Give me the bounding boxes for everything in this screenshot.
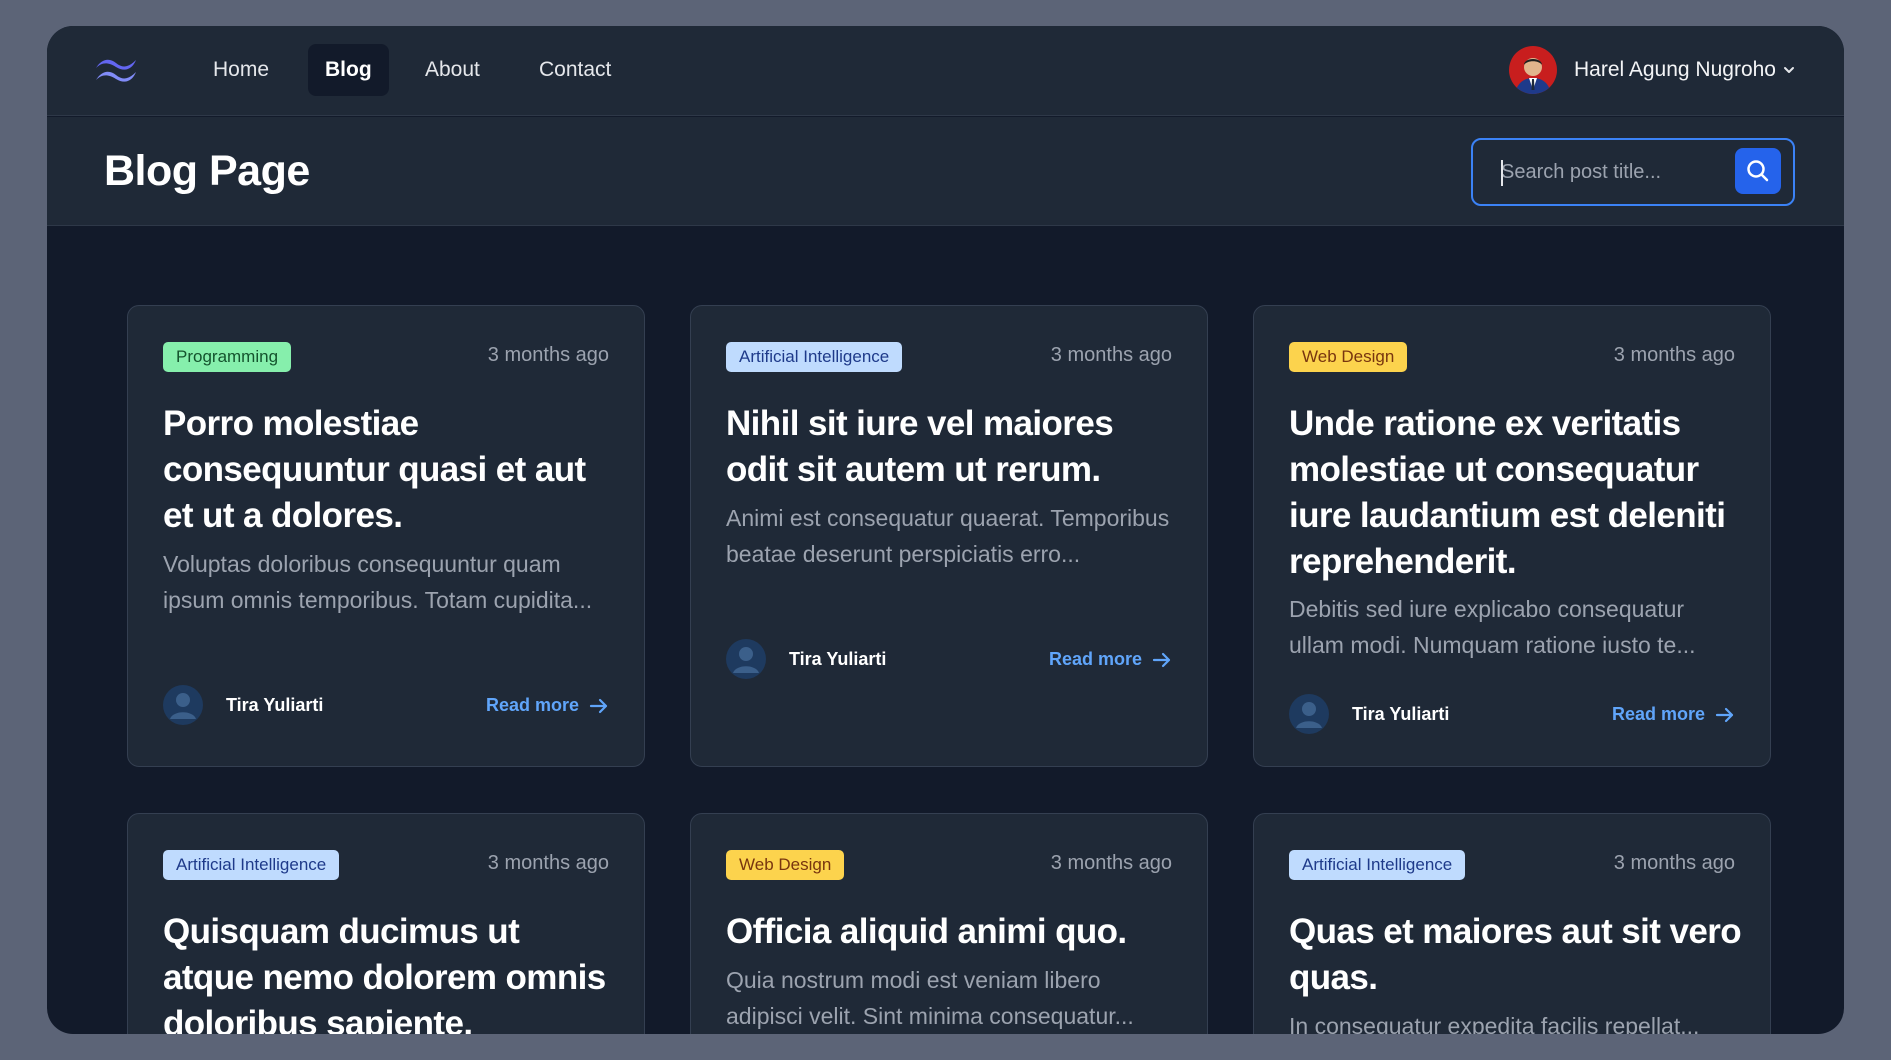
post-card: Programming 3 months ago Porro molestiae… <box>127 305 645 767</box>
user-icon <box>163 685 203 725</box>
arrow-right-icon <box>589 698 608 713</box>
user-icon <box>1289 694 1329 734</box>
search-box <box>1471 138 1795 206</box>
user-menu[interactable]: Harel Agung Nugroho <box>1509 44 1796 96</box>
post-date: 3 months ago <box>1613 344 1735 366</box>
search-input[interactable] <box>1501 154 1721 190</box>
author-name: Tira Yuliarti <box>226 694 324 715</box>
category-badge[interactable]: Web Design <box>726 850 845 880</box>
category-badge[interactable]: Artificial Intelligence <box>726 342 903 372</box>
user-avatar <box>1509 46 1558 94</box>
category-badge[interactable]: Programming <box>163 342 292 372</box>
post-excerpt: Debitis sed iure explicabo consequatur u… <box>1289 596 1696 658</box>
app-window: Home Blog About Contact Harel Agung Nugr… <box>47 26 1844 1034</box>
author-name: Tira Yuliarti <box>789 648 887 669</box>
post-date: 3 months ago <box>1613 852 1735 874</box>
post-title[interactable]: Nihil sit iure vel maiores odit sit aute… <box>726 401 1181 493</box>
nav-about[interactable]: About <box>408 44 497 96</box>
post-card: Artificial Intelligence 3 months ago Qui… <box>127 813 645 1034</box>
read-more-label: Read more <box>1048 649 1142 669</box>
post-date: 3 months ago <box>487 344 609 366</box>
user-name: Harel Agung Nugroho <box>1574 58 1776 81</box>
search-button[interactable] <box>1735 148 1781 194</box>
text-caret <box>1501 160 1503 186</box>
post-title[interactable]: Officia aliquid animi quo. <box>726 909 1181 955</box>
post-card: Web Design 3 months ago Unde ratione ex … <box>1253 305 1771 767</box>
post-date: 3 months ago <box>487 852 609 874</box>
read-more-link[interactable]: Read more <box>486 695 609 716</box>
category-badge[interactable]: Web Design <box>1289 342 1408 372</box>
category-badge[interactable]: Artificial Intelligence <box>1289 850 1466 880</box>
post-card: Artificial Intelligence 3 months ago Qua… <box>1253 813 1771 1034</box>
post-excerpt: Voluptas doloribus consequuntur quam ips… <box>163 551 593 613</box>
post-date: 3 months ago <box>1050 852 1172 874</box>
post-excerpt: Quia nostrum modi est veniam libero adip… <box>726 967 1134 1029</box>
chevron-down-icon <box>1784 67 1794 73</box>
nav-blog[interactable]: Blog <box>308 44 389 96</box>
post-author: Tira Yuliarti <box>1289 694 1449 734</box>
navbar: Home Blog About Contact Harel Agung Nugr… <box>47 26 1844 116</box>
read-more-link[interactable]: Read more <box>1612 704 1735 725</box>
post-author: Tira Yuliarti <box>726 639 886 679</box>
category-badge[interactable]: Artificial Intelligence <box>163 850 340 880</box>
arrow-right-icon <box>1152 652 1171 667</box>
post-title[interactable]: Quisquam ducimus ut atque nemo dolorem o… <box>163 909 618 1034</box>
page-header: Blog Page <box>47 117 1844 226</box>
post-title[interactable]: Quas et maiores aut sit vero quas. <box>1289 909 1744 1001</box>
post-date: 3 months ago <box>1050 344 1172 366</box>
post-excerpt: Animi est consequatur quaerat. Temporibu… <box>726 505 1170 567</box>
post-excerpt: In consequatur expedita facilis repellat… <box>1289 1013 1700 1034</box>
read-more-label: Read more <box>485 695 579 715</box>
logo-icon[interactable] <box>92 52 140 88</box>
post-card: Web Design 3 months ago Officia aliquid … <box>690 813 1208 1034</box>
nav-home[interactable]: Home <box>196 44 286 96</box>
nav-contact[interactable]: Contact <box>522 44 628 96</box>
search-icon <box>1747 160 1769 182</box>
read-more-label: Read more <box>1611 704 1705 724</box>
post-title[interactable]: Unde ratione ex veritatis molestiae ut c… <box>1289 401 1744 585</box>
post-title[interactable]: Porro molestiae consequuntur quasi et au… <box>163 401 618 539</box>
read-more-link[interactable]: Read more <box>1049 649 1172 670</box>
post-card: Artificial Intelligence 3 months ago Nih… <box>690 305 1208 767</box>
arrow-right-icon <box>1715 707 1734 722</box>
user-icon <box>726 639 766 679</box>
author-name: Tira Yuliarti <box>1352 703 1450 724</box>
page-title: Blog Page <box>104 147 310 195</box>
post-author: Tira Yuliarti <box>163 685 323 725</box>
